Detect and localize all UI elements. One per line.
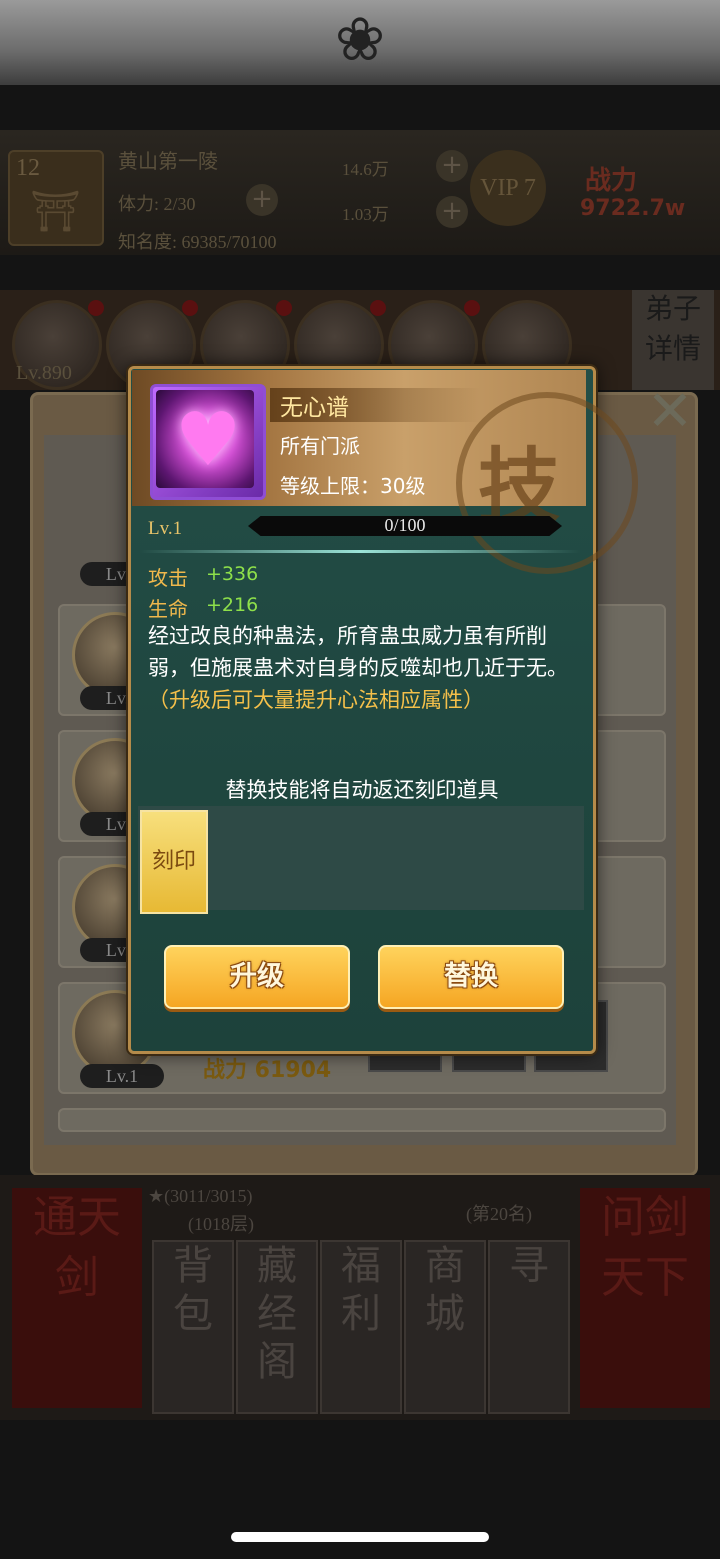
- total-power-value: 9722.7w: [580, 196, 686, 221]
- arena-rank: (第20名): [466, 1204, 532, 1224]
- skill-sect: 所有门派: [280, 434, 360, 458]
- skill-max-level: 等级上限：30级: [280, 474, 426, 498]
- temple-icon: ⛩: [30, 189, 81, 235]
- purple-heart-icon: ♥: [174, 397, 242, 483]
- level-tag: Lv.1: [80, 1064, 164, 1088]
- right-event-banner[interactable]: 问剑天下: [580, 1188, 710, 1408]
- stat-attack-label: 攻击: [148, 566, 188, 590]
- vip-badge[interactable]: VIP 7: [470, 150, 546, 226]
- roof-ornament-icon: ❀: [334, 5, 386, 75]
- hero-notice-dot: [464, 300, 480, 316]
- replace-button[interactable]: 替换: [378, 945, 564, 1009]
- add-silver-button[interactable]: +: [436, 150, 468, 182]
- library-menu-button[interactable]: 藏经阁: [236, 1240, 318, 1414]
- skill-name: 无心谱: [280, 395, 349, 421]
- divider: [140, 550, 580, 553]
- welfare-menu-button[interactable]: 福利: [320, 1240, 402, 1414]
- player-stamina: 体力: 2/30: [118, 194, 196, 214]
- hero-notice-dot: [276, 300, 292, 316]
- disciple-details-tab[interactable]: 弟子详情: [632, 290, 714, 390]
- skill-description-highlight: （升级后可大量提升心法相应属性）: [148, 688, 484, 712]
- tower-stars: ★(3011/3015): [148, 1186, 253, 1206]
- home-indicator[interactable]: [231, 1532, 489, 1542]
- disciple-power: 战力 61904: [203, 1058, 332, 1083]
- hero-level: Lv.890: [16, 362, 72, 384]
- gold-amount: 1.03万: [342, 205, 389, 224]
- skill-description: 经过改良的种蛊法，所育蛊虫威力虽有所削弱，但施展蛊术对自身的反噬却也几近于无。 （…: [148, 620, 584, 716]
- seek-menu-button[interactable]: 寻: [488, 1240, 570, 1414]
- total-power-label: 战力: [585, 166, 638, 196]
- skill-description-text: 经过改良的种蛊法，所育蛊虫威力虽有所削弱，但施展蛊术对自身的反噬却也几近于无。: [148, 624, 568, 680]
- add-gold-button[interactable]: +: [436, 196, 468, 228]
- hero-notice-dot: [182, 300, 198, 316]
- stat-hp-value: +216: [206, 594, 259, 616]
- hero-notice-dot: [88, 300, 104, 316]
- skill-level: Lv.1: [148, 518, 183, 539]
- list-item[interactable]: [58, 1108, 666, 1132]
- silver-amount: 14.6万: [342, 160, 389, 179]
- shop-menu-button[interactable]: 商城: [404, 1240, 486, 1414]
- player-level: 12: [16, 155, 40, 181]
- player-fame: 知名度: 69385/70100: [118, 232, 277, 252]
- seal-item-card[interactable]: 刻印: [140, 810, 208, 914]
- replace-note: 替换技能将自动返还刻印道具: [225, 778, 499, 802]
- stat-hp-label: 生命: [148, 597, 188, 621]
- hero-notice-dot: [370, 300, 386, 316]
- player-name: 黄山第一陵: [118, 151, 218, 173]
- skill-exp-text: 0/100: [384, 515, 426, 535]
- stat-attack-value: +336: [206, 563, 259, 585]
- close-icon[interactable]: ✕: [640, 382, 700, 442]
- bag-menu-button[interactable]: 背包: [152, 1240, 234, 1414]
- add-stamina-button[interactable]: +: [246, 184, 278, 216]
- left-event-banner[interactable]: 通天剑: [12, 1188, 142, 1408]
- upgrade-button[interactable]: 升级: [164, 945, 350, 1009]
- tower-floor: (1018层): [188, 1214, 254, 1234]
